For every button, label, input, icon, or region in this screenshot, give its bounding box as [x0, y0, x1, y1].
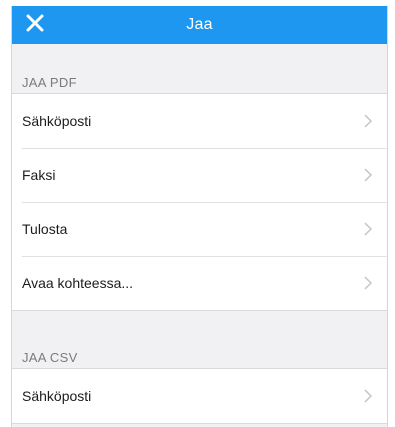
- nav-bar: Jaa: [12, 6, 387, 44]
- list-item-pdf-fax[interactable]: Faksi: [12, 148, 387, 202]
- chevron-right-icon: [363, 221, 373, 237]
- chevron-right-icon: [363, 113, 373, 129]
- section-header-pdf: JAA PDF: [22, 75, 77, 90]
- close-button[interactable]: [20, 10, 50, 40]
- list-item-pdf-print[interactable]: Tulosta: [12, 202, 387, 256]
- chevron-right-icon: [363, 167, 373, 183]
- list-item-csv-email[interactable]: Sähköposti: [12, 369, 387, 423]
- list-item-label: Tulosta: [22, 221, 68, 237]
- csv-share-list: Sähköposti: [12, 368, 387, 424]
- list-item-pdf-email[interactable]: Sähköposti: [12, 94, 387, 148]
- list-item-label: Sähköposti: [22, 388, 92, 404]
- chevron-right-icon: [363, 275, 373, 291]
- list-item-pdf-open-in[interactable]: Avaa kohteessa...: [12, 256, 387, 310]
- share-panel: Jaa JAA PDF Sähköposti Faksi Tulosta Ava…: [11, 6, 388, 427]
- section-header-csv: JAA CSV: [22, 350, 78, 365]
- close-icon: [26, 14, 44, 37]
- chevron-right-icon: [363, 388, 373, 404]
- list-item-label: Avaa kohteessa...: [22, 275, 134, 291]
- list-item-label: Sähköposti: [22, 113, 92, 129]
- page-title: Jaa: [186, 16, 213, 33]
- list-item-label: Faksi: [22, 167, 56, 183]
- pdf-share-list: Sähköposti Faksi Tulosta Avaa kohteessa.…: [12, 93, 387, 311]
- share-screen: Jaa JAA PDF Sähköposti Faksi Tulosta Ava…: [0, 0, 395, 427]
